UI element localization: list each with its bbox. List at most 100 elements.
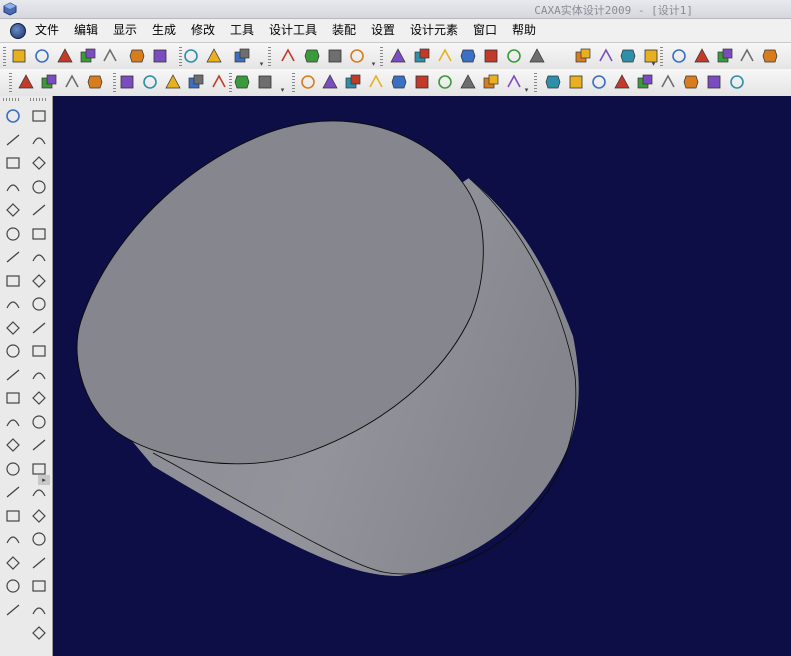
corner-dim-icon[interactable] [30, 507, 48, 525]
pentagon-icon[interactable] [4, 272, 22, 290]
rotate-icon[interactable] [30, 107, 48, 125]
hem-icon[interactable] [636, 73, 654, 91]
coil-icon[interactable] [574, 47, 592, 65]
3d-box-icon[interactable] [4, 577, 22, 595]
component-icon[interactable] [86, 73, 104, 91]
toolbar-overflow-icon[interactable]: ▾ [258, 61, 265, 68]
text-effects-icon[interactable] [205, 47, 223, 65]
xyz-text-icon[interactable] [4, 554, 22, 572]
torus-icon[interactable] [761, 47, 779, 65]
curve-icon[interactable] [413, 73, 431, 91]
new-template-icon[interactable] [56, 47, 74, 65]
spline-icon[interactable] [4, 131, 22, 149]
toolbar-grip[interactable] [229, 73, 232, 92]
measure-icon[interactable] [326, 47, 344, 65]
menu-help[interactable]: 帮助 [511, 22, 537, 39]
polyline-icon[interactable] [4, 201, 22, 219]
design-viewport[interactable] [53, 96, 791, 656]
properties-icon[interactable] [256, 73, 274, 91]
break-icon[interactable] [30, 319, 48, 337]
delete-face-icon[interactable] [642, 47, 660, 65]
hook-arc-icon[interactable] [4, 460, 22, 478]
menu-generate[interactable]: 生成 [151, 22, 177, 39]
extrude-icon[interactable] [389, 47, 407, 65]
section-icon[interactable] [367, 73, 385, 91]
revolve-icon[interactable] [413, 47, 431, 65]
toolbar-overflow-icon[interactable]: ▾ [523, 87, 530, 94]
toolbar-grip[interactable] [30, 98, 48, 101]
library-icon[interactable] [187, 73, 205, 91]
menu-design-elements[interactable]: 设计元素 [409, 22, 459, 39]
cone-icon[interactable] [716, 47, 734, 65]
slash-icon[interactable] [30, 624, 48, 642]
document-control-icon[interactable] [10, 23, 26, 39]
cut-scissors-icon[interactable] [30, 342, 48, 360]
part-icon[interactable] [17, 73, 35, 91]
hole-icon[interactable] [482, 47, 500, 65]
menu-assembly[interactable]: 装配 [331, 22, 357, 39]
toolbar-grip[interactable] [9, 73, 12, 92]
target-icon[interactable] [30, 577, 48, 595]
loft-icon[interactable] [459, 47, 477, 65]
list-icon[interactable] [30, 601, 48, 619]
redo-icon[interactable] [151, 47, 169, 65]
unfold-icon[interactable] [682, 73, 700, 91]
render-sphere-icon[interactable] [182, 47, 200, 65]
box-icon[interactable] [670, 47, 688, 65]
menu-design-tools[interactable]: 设计工具 [268, 22, 318, 39]
flyout-arrow-icon[interactable]: ▸ [38, 475, 50, 485]
xyz-axis-icon[interactable] [344, 73, 362, 91]
boolean-icon[interactable] [528, 47, 546, 65]
pattern-icon[interactable] [141, 73, 159, 91]
save-icon[interactable] [101, 47, 119, 65]
menu-window[interactable]: 窗口 [472, 22, 498, 39]
array-icon[interactable] [30, 201, 48, 219]
circle-3pt-icon[interactable] [4, 342, 22, 360]
blend-icon[interactable] [597, 47, 615, 65]
menu-modify[interactable]: 修改 [190, 22, 216, 39]
extend-icon[interactable] [30, 295, 48, 313]
edit-tool-icon[interactable] [30, 530, 48, 548]
angle-dim-icon[interactable] [30, 389, 48, 407]
toolbar-grip[interactable] [268, 47, 271, 66]
new-drawing-icon[interactable] [33, 47, 51, 65]
toolbar-grip[interactable] [292, 73, 295, 92]
push-pull-icon[interactable] [544, 73, 562, 91]
toolbar-overflow-icon[interactable]: ▾ [279, 87, 286, 94]
shell-icon[interactable] [505, 47, 523, 65]
grid-array-icon[interactable] [30, 225, 48, 243]
group-icon[interactable] [63, 73, 81, 91]
mirror-icon[interactable] [30, 178, 48, 196]
menu-edit[interactable]: 编辑 [73, 22, 99, 39]
catalog-icon[interactable] [210, 73, 228, 91]
fillet-arc-icon[interactable] [4, 436, 22, 454]
equation-icon[interactable] [436, 73, 454, 91]
sketch-image-icon[interactable] [299, 73, 317, 91]
menu-file[interactable]: 文件 [34, 22, 60, 39]
sphere-icon[interactable] [738, 47, 756, 65]
toolbar-grip[interactable] [660, 47, 663, 66]
arc-tool-icon[interactable] [4, 154, 22, 172]
help-query-icon[interactable] [233, 47, 251, 65]
revolve-curve-icon[interactable] [4, 507, 22, 525]
menu-settings[interactable]: 设置 [370, 22, 396, 39]
ellipse-icon[interactable] [4, 366, 22, 384]
insert-part-icon[interactable] [118, 73, 136, 91]
toolbar-grip[interactable] [534, 73, 537, 92]
line-icon[interactable] [303, 47, 321, 65]
sketch-plane-icon[interactable] [321, 73, 339, 91]
trim-icon[interactable] [459, 73, 477, 91]
axis-icon[interactable] [348, 47, 366, 65]
select-tool-icon[interactable] [4, 107, 22, 125]
open-folder-icon[interactable] [79, 47, 97, 65]
square-icon[interactable] [30, 131, 48, 149]
scene-canvas[interactable] [53, 96, 791, 656]
fold-icon[interactable] [705, 73, 723, 91]
corner-rect-icon[interactable] [30, 248, 48, 266]
bowtie-icon[interactable] [30, 413, 48, 431]
bspline-icon[interactable] [4, 601, 22, 619]
new-document-icon[interactable] [10, 47, 28, 65]
menu-tools[interactable]: 工具 [229, 22, 255, 39]
circle-icon[interactable] [4, 319, 22, 337]
tree-icon[interactable] [233, 73, 251, 91]
